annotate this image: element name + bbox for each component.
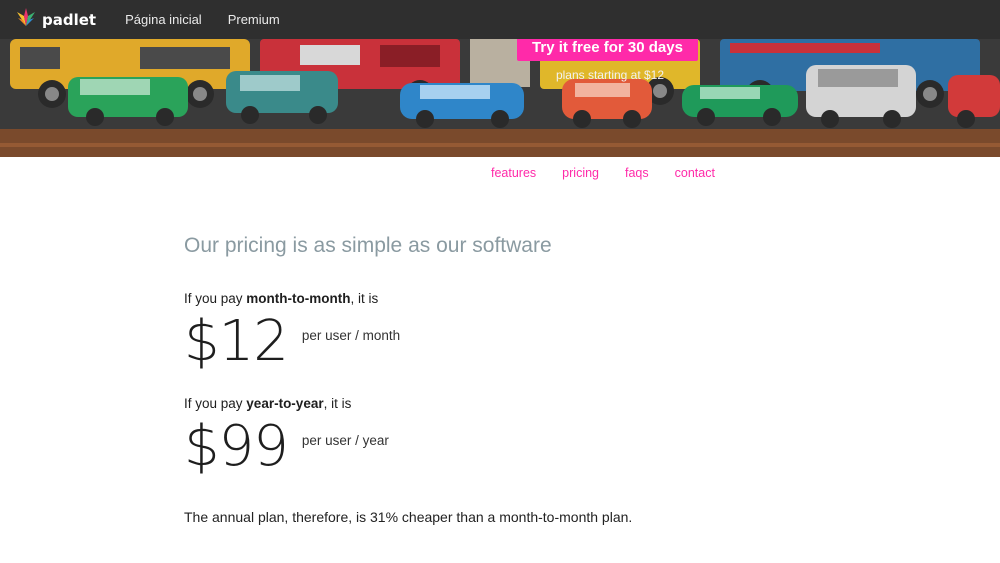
monthly-price-row: $12 per user / month <box>184 314 824 370</box>
section-navigation: features pricing faqs contact <box>491 166 715 180</box>
try-free-button[interactable]: Try it free for 30 days <box>517 39 698 61</box>
hero-banner: Try it free for 30 days plans starting a… <box>0 39 1000 157</box>
subnav-pricing-link[interactable]: pricing <box>562 166 599 180</box>
monthly-term: month-to-month <box>246 291 351 306</box>
subnav-features-link[interactable]: features <box>491 166 536 180</box>
pricing-summary: The annual plan, therefore, is 31% cheap… <box>184 509 633 525</box>
monthly-prefix: If you pay <box>184 291 247 306</box>
nav-premium-link[interactable]: Premium <box>228 12 280 27</box>
nav-home-link[interactable]: Página inicial <box>125 12 202 27</box>
yearly-price-row: $99 per user / year <box>184 419 824 475</box>
subnav-contact-link[interactable]: contact <box>675 166 715 180</box>
yearly-unit: per user / year <box>301 433 389 448</box>
subnav-faqs-link[interactable]: faqs <box>625 166 649 180</box>
pricing-headline: Our pricing is as simple as our software <box>184 234 552 257</box>
yearly-suffix: , it is <box>323 396 352 411</box>
monthly-suffix: , it is <box>350 291 379 306</box>
top-navigation-bar: padlet Página inicial Premium <box>0 0 1000 39</box>
pricing-section: Our pricing is as simple as our software… <box>184 234 824 525</box>
monthly-intro: If you pay month-to-month, it is <box>184 291 824 306</box>
padlet-logo-icon <box>14 6 38 33</box>
plans-starting-text: plans starting at $12 <box>555 68 665 82</box>
monthly-unit: per user / month <box>301 328 401 343</box>
yearly-term: year-to-year <box>246 396 324 411</box>
logo[interactable]: padlet <box>14 6 96 33</box>
yearly-intro: If you pay year-to-year, it is <box>184 396 824 411</box>
yearly-price: $99 <box>184 414 289 479</box>
traffic-illustration <box>0 39 1000 157</box>
monthly-price: $12 <box>184 309 289 374</box>
logo-text: padlet <box>42 10 97 29</box>
yearly-prefix: If you pay <box>184 396 247 411</box>
